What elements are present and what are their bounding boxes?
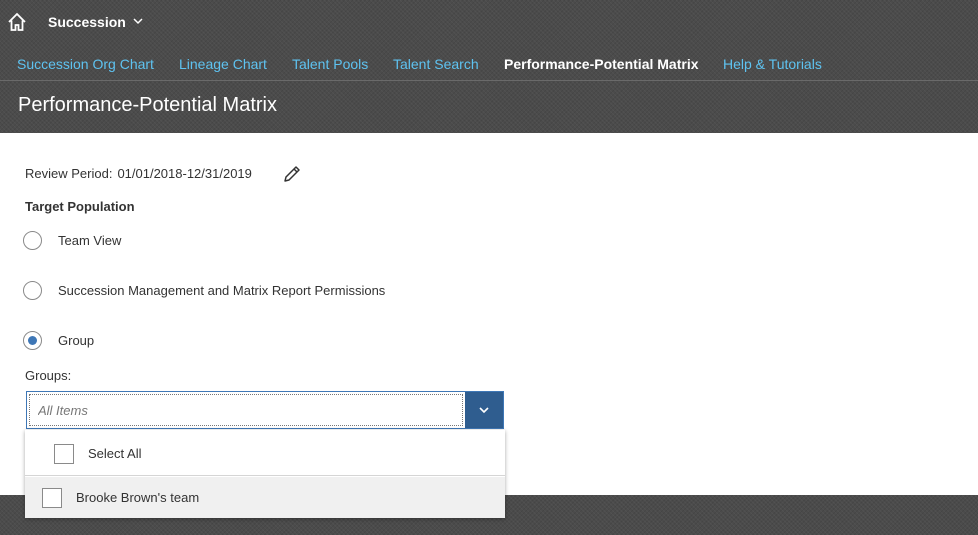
- checkbox[interactable]: [42, 487, 62, 508]
- radio-succession-permissions[interactable]: Succession Management and Matrix Report …: [23, 281, 385, 300]
- review-period-label: Review Period:: [25, 166, 113, 181]
- groups-dropdown-list: Select All Brooke Brown's team: [25, 430, 505, 518]
- groups-combobox[interactable]: [26, 391, 504, 429]
- radio-team-view[interactable]: Team View: [23, 231, 121, 250]
- target-population-label: Target Population: [25, 199, 135, 214]
- review-period: Review Period: 01/01/2018-12/31/2019: [25, 166, 252, 181]
- groups-label: Groups:: [25, 368, 72, 383]
- option-label: Brooke Brown's team: [76, 490, 200, 505]
- pencil-icon[interactable]: [281, 163, 303, 185]
- tab-talent-search[interactable]: Talent Search: [393, 56, 479, 72]
- chevron-down-icon[interactable]: [465, 392, 503, 428]
- app-switcher[interactable]: Succession: [48, 14, 144, 30]
- checkbox[interactable]: [54, 443, 74, 464]
- shell-header: Succession: [0, 0, 978, 46]
- radio-label: Group: [58, 333, 95, 348]
- chevron-down-icon: [132, 14, 144, 30]
- radio-group[interactable]: Group: [23, 331, 94, 350]
- groups-input[interactable]: [27, 392, 465, 428]
- tab-bar: Succession Org Chart Lineage Chart Talen…: [0, 46, 978, 80]
- radio-button[interactable]: [23, 281, 42, 300]
- review-period-value: 01/01/2018-12/31/2019: [117, 166, 252, 181]
- tab-talent-pools[interactable]: Talent Pools: [292, 56, 368, 72]
- radio-button[interactable]: [23, 231, 42, 250]
- option-brooke-browns-team[interactable]: Brooke Brown's team: [25, 477, 505, 518]
- tab-succession-org-chart[interactable]: Succession Org Chart: [17, 56, 154, 72]
- radio-label: Succession Management and Matrix Report …: [58, 283, 386, 298]
- tab-help-tutorials[interactable]: Help & Tutorials: [723, 56, 822, 72]
- radio-label: Team View: [58, 233, 122, 248]
- radio-button[interactable]: [23, 331, 42, 350]
- app-title: Succession: [48, 14, 126, 30]
- option-select-all[interactable]: Select All: [25, 432, 505, 476]
- page-header: Performance-Potential Matrix: [0, 80, 978, 134]
- tab-performance-potential-matrix[interactable]: Performance-Potential Matrix: [504, 56, 699, 72]
- home-icon[interactable]: [6, 11, 28, 33]
- page-title: Performance-Potential Matrix: [18, 94, 277, 116]
- tab-lineage-chart[interactable]: Lineage Chart: [179, 56, 267, 72]
- option-label: Select All: [88, 446, 142, 461]
